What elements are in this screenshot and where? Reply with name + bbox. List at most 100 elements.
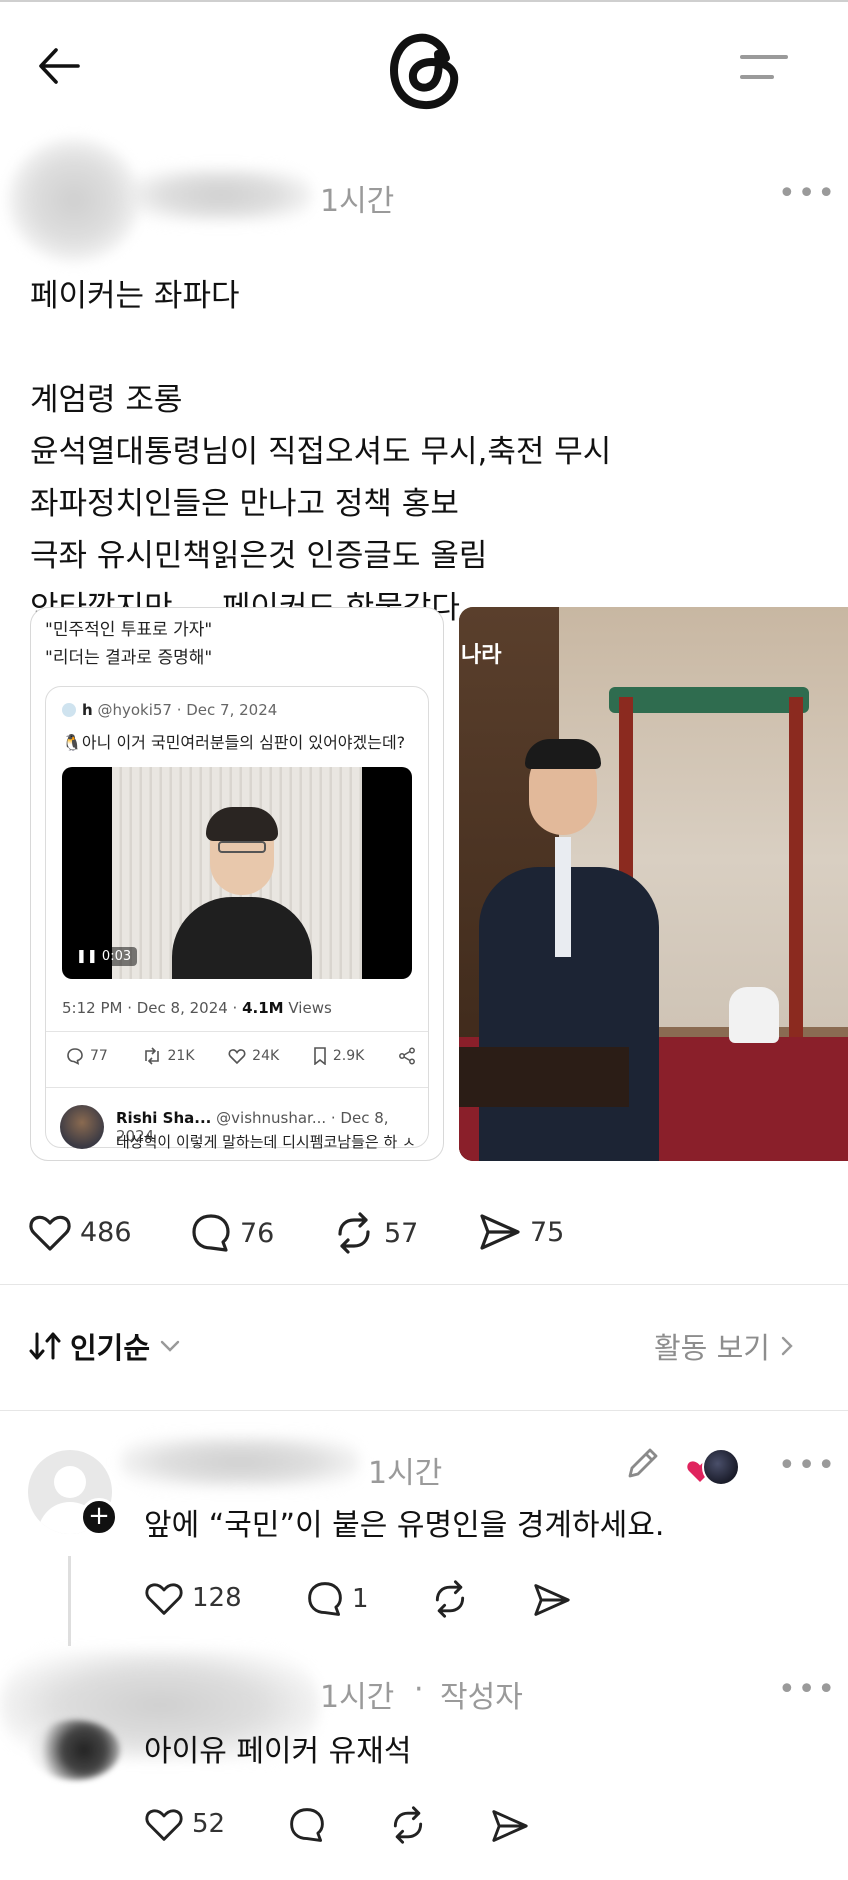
tweet-likes-count: 24K [252, 1048, 280, 1064]
view-activity-link[interactable]: 활동 보기 [654, 1325, 794, 1367]
reply-author-name: Rishi Sha... [116, 1109, 212, 1127]
arrow-left-icon [39, 48, 80, 84]
comment-1-like-count: 128 [192, 1583, 242, 1613]
tweet-meta: 5:12 PM · Dec 8, 2024 · 4.1M Views [62, 999, 332, 1017]
comment-1-time: 1시간 [368, 1456, 443, 1491]
view-activity-label: 활동 보기 [654, 1331, 770, 1365]
tweet-views-count: 4.1M [242, 999, 284, 1017]
comment-2-like-button[interactable]: 52 [144, 1806, 225, 1842]
comment-1-like-button[interactable]: 128 [144, 1580, 242, 1616]
comment-2-author-tag: 작성자 [440, 1680, 523, 1715]
comment-1-reply-count: 1 [352, 1584, 369, 1614]
comment-2-repost-button[interactable] [388, 1806, 428, 1844]
comment-icon [308, 1582, 342, 1616]
comment-2-avatar[interactable] [30, 1720, 120, 1780]
like-count: 486 [80, 1216, 132, 1248]
tweet-handle-name: h [82, 701, 93, 719]
share-icon [399, 1047, 415, 1065]
tweet-text: 🐧아니 이거 국민여러분들의 심판이 있어야겠는데? [62, 733, 406, 752]
tweet-replies: 77 [66, 1047, 108, 1065]
tweet-bookmarks-count: 2.9K [332, 1048, 365, 1064]
tweet-avatar-icon [62, 703, 76, 717]
embedded-tweet-card: h @hyoki57 · Dec 7, 2024 🐧아니 이거 국민여러분들의 … [45, 686, 429, 1151]
comment-2-text: 아이유 페이커 유재석 [144, 1734, 412, 1769]
edit-pencil-icon[interactable] [622, 1444, 662, 1488]
comment-icon [290, 1808, 324, 1842]
tweet-likes: 24K [228, 1047, 279, 1065]
thread-line [68, 1556, 71, 1646]
tweet-header: h @hyoki57 · Dec 7, 2024 [62, 701, 277, 719]
send-icon [534, 1584, 570, 1616]
heart-icon [145, 1583, 183, 1615]
comment-icon [192, 1214, 230, 1252]
sort-dropdown[interactable]: 인기순 [28, 1325, 182, 1367]
tweet-handle: @hyoki57 · Dec 7, 2024 [92, 701, 278, 719]
top-border [0, 0, 848, 2]
repost-icon [435, 1580, 465, 1618]
send-icon [492, 1810, 528, 1842]
share-button[interactable]: 75 [478, 1212, 564, 1252]
post-more-button[interactable]: ••• [778, 176, 837, 211]
heart-icon [228, 1049, 246, 1065]
sort-label: 인기순 [70, 1331, 151, 1365]
author-avatar-blurred[interactable] [8, 138, 140, 262]
comment-1-text: 앞에 “국민”이 붙은 유명인을 경계하세요. [144, 1508, 665, 1543]
tweet-stats: 77 21K 24K 2.9K [66, 1047, 416, 1065]
bookmark-icon [314, 1047, 326, 1065]
comment-2-like-count: 52 [192, 1809, 226, 1839]
author-avatar-small [702, 1448, 740, 1486]
tweet-retweets-count: 21K [167, 1048, 195, 1064]
comment-1-more-button[interactable]: ••• [778, 1448, 837, 1483]
comment-1-author-blurred[interactable] [120, 1436, 360, 1488]
tweet-share [398, 1047, 416, 1065]
section-divider [0, 1284, 848, 1285]
reply-text: 대상혁이 이렇게 말하는데 디시펨코남들은 하 ㅅ [116, 1133, 416, 1151]
share-count: 75 [530, 1216, 565, 1248]
quote-text: "민주적인 투표로 가자" "리더는 결과로 증명해" [45, 620, 213, 668]
post-body-text: 페이커는 좌파다 계엄령 조롱 윤석열대통령님이 직접오셔도 무시,축전 무시 … [30, 278, 612, 626]
media-image-tweet-screenshot[interactable]: "민주적인 투표로 가자" "리더는 결과로 증명해" h @hyoki57 ·… [30, 607, 444, 1161]
section-divider [0, 1410, 848, 1411]
tweet-views-label: Views [283, 999, 332, 1017]
tweet-bookmarks: 2.9K [313, 1047, 364, 1065]
menu-button[interactable] [738, 52, 798, 88]
back-button[interactable] [38, 46, 98, 90]
heart-icon [29, 1215, 71, 1251]
sort-arrows-icon [29, 1332, 61, 1360]
retweet-icon [144, 1047, 159, 1065]
video-time-badge[interactable]: ❚❚ 0:03 [70, 947, 138, 966]
hamburger-menu-icon [740, 55, 788, 79]
threads-logo-icon[interactable] [388, 28, 462, 112]
comment-1-repost-button[interactable] [430, 1580, 470, 1618]
comment-2-more-button[interactable]: ••• [778, 1672, 837, 1707]
video-time: 0:03 [101, 949, 132, 964]
repost-button[interactable]: 57 [332, 1212, 418, 1254]
comment-2-share-button[interactable] [490, 1808, 530, 1844]
repost-icon [338, 1212, 370, 1254]
tweet-divider [46, 1087, 428, 1088]
photo-sign-text: 나라 [461, 643, 502, 668]
comment-1-reply-button[interactable]: 1 [306, 1580, 369, 1618]
repost-icon [393, 1806, 423, 1844]
comment-count: 76 [240, 1217, 275, 1249]
comment-icon [67, 1048, 83, 1065]
comment-2-dot: · [414, 1672, 424, 1707]
post-time: 1시간 [320, 184, 395, 219]
follow-plus-button[interactable]: + [80, 1498, 118, 1536]
comment-button[interactable]: 76 [190, 1212, 274, 1254]
chevron-right-icon [781, 1336, 793, 1356]
reply-avatar [60, 1105, 104, 1149]
comment-2-reply-button[interactable] [288, 1806, 326, 1844]
comment-2-time: 1시간 [320, 1680, 395, 1715]
repost-count: 57 [384, 1217, 419, 1249]
author-name-blurred[interactable] [130, 168, 312, 222]
like-button[interactable]: 486 [28, 1212, 132, 1252]
tweet-divider [46, 1031, 428, 1032]
send-icon [480, 1214, 520, 1250]
tweet-retweets: 21K [142, 1047, 195, 1065]
heart-icon [145, 1809, 183, 1841]
comment-1-share-button[interactable] [532, 1582, 572, 1618]
tweet-meta-time: 5:12 PM · Dec 8, 2024 · [62, 999, 243, 1017]
tweet-replies-count: 77 [90, 1048, 108, 1064]
media-image-interview-photo[interactable]: 나라 [459, 607, 848, 1161]
